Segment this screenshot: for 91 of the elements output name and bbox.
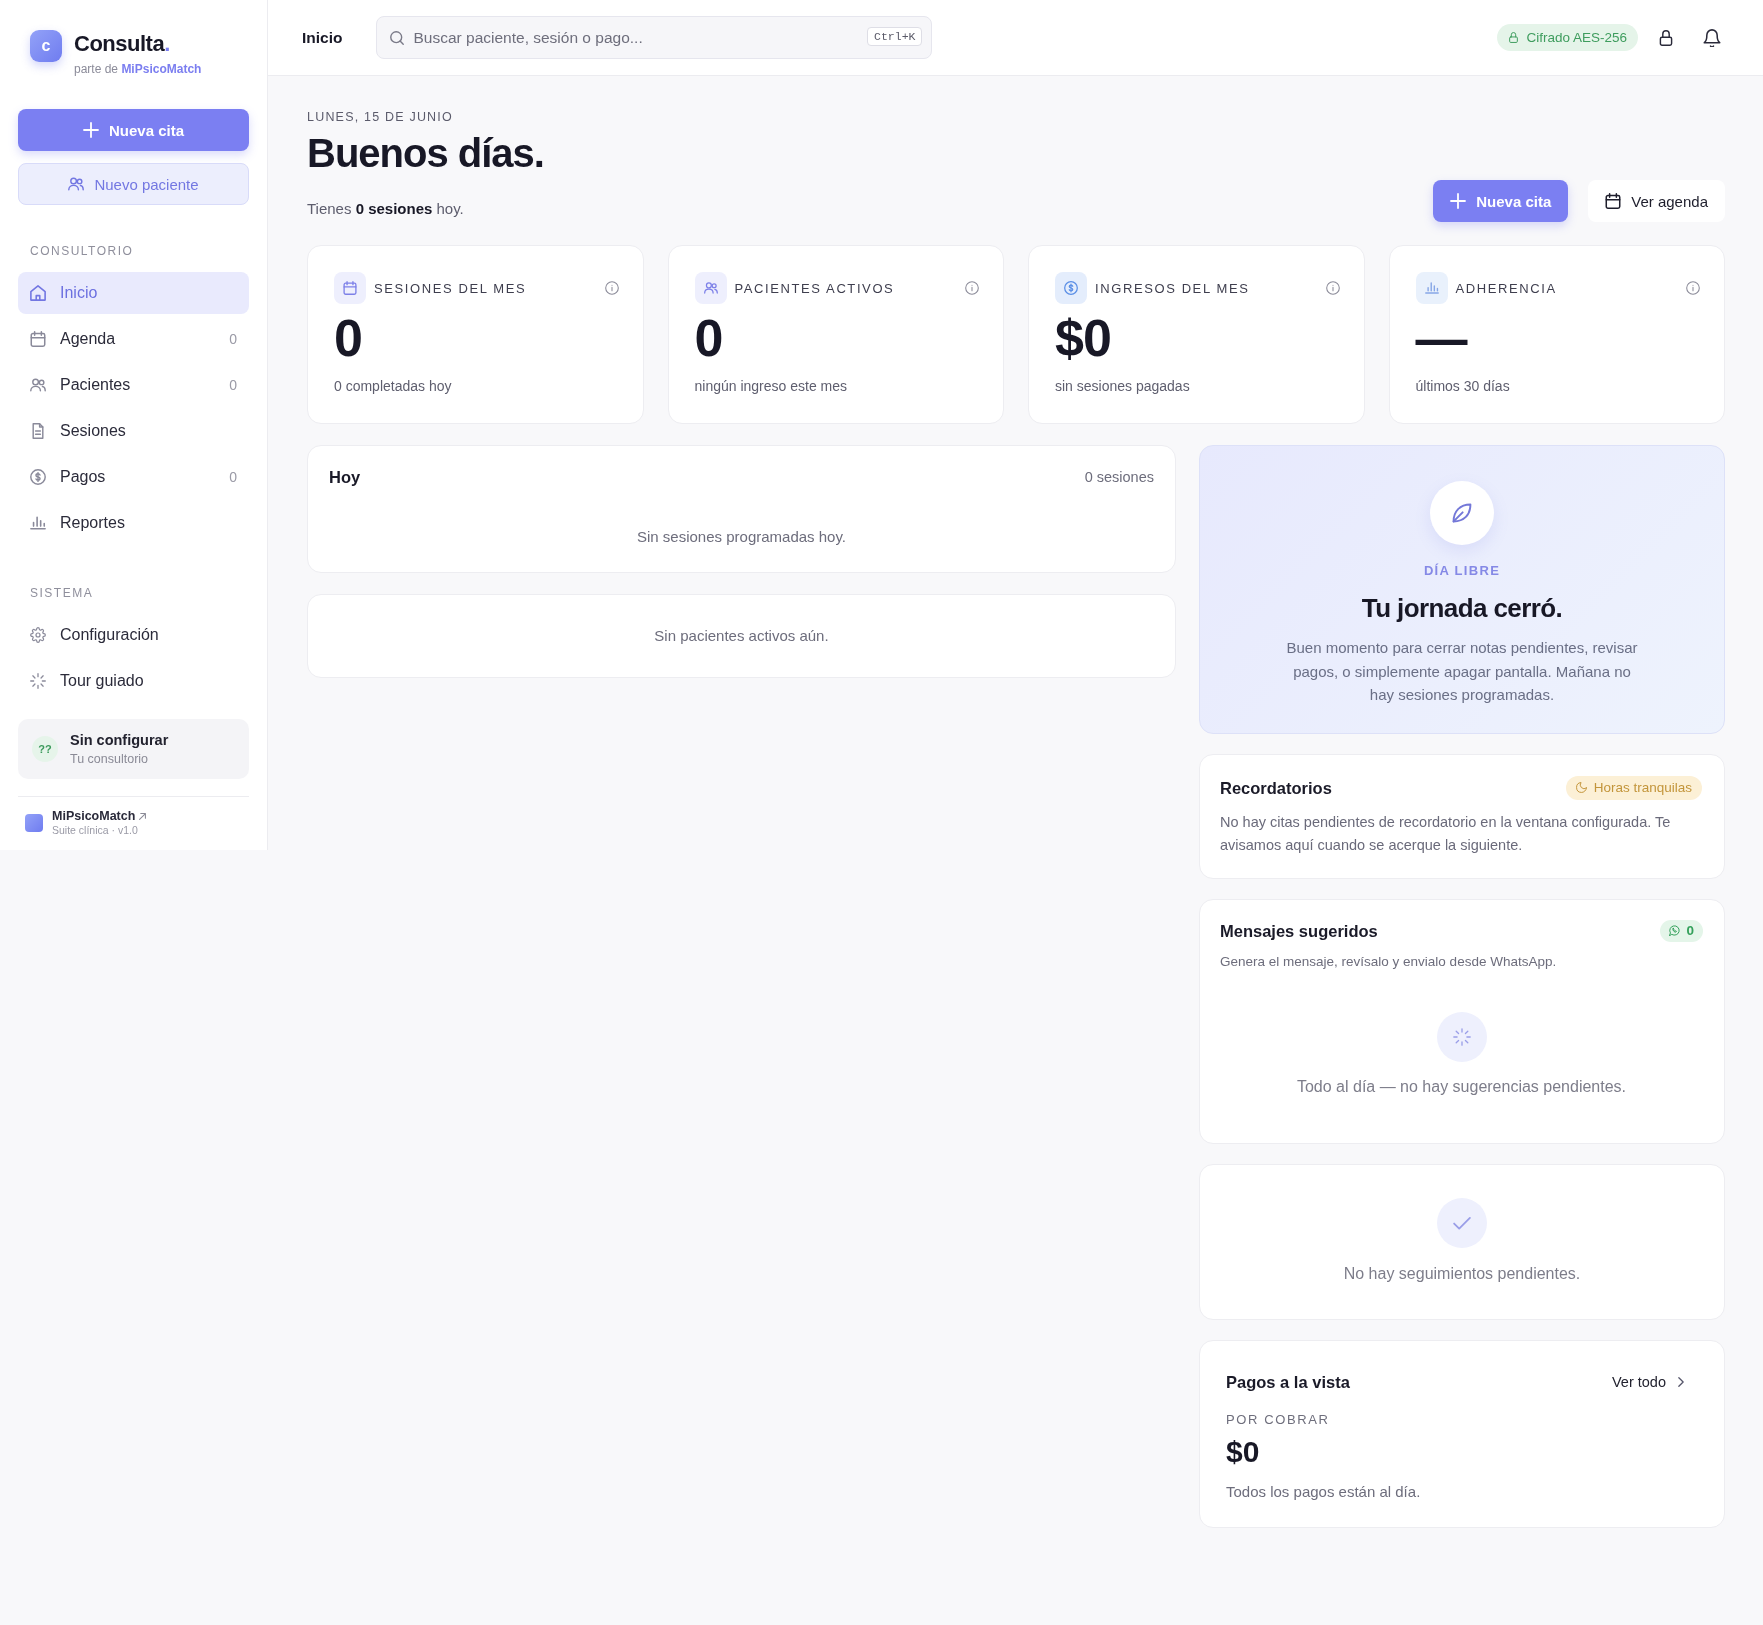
- info-icon[interactable]: [604, 281, 619, 295]
- sessions-summary: Tienes 0 sesiones hoy.: [307, 199, 465, 219]
- item-count: 0: [229, 331, 237, 347]
- brand-name: Consulta.: [74, 31, 171, 57]
- reminders-text: No hay citas pendientes de recordatorio en la ventana configurada. Te avisamos aquí cuando se acerque la siguiente.: [1220, 812, 1672, 855]
- nav-item[interactable]: Pagos 0: [18, 456, 249, 498]
- calendar-icon: [30, 331, 46, 347]
- chat-icon: [1669, 925, 1681, 936]
- coin-icon: [1055, 272, 1087, 304]
- view-agenda-button[interactable]: Ver agenda: [1588, 180, 1725, 222]
- nav-item[interactable]: Configuración: [18, 614, 249, 656]
- section-heading: SISTEMA: [29, 585, 95, 601]
- chevron-icon: [1678, 1376, 1684, 1387]
- users-icon: [694, 272, 727, 304]
- bar-chart-icon: [1415, 272, 1448, 304]
- empty-message: No hay seguimientos pendientes.: [1342, 1263, 1582, 1284]
- lock-icon[interactable]: [1658, 29, 1674, 46]
- home-icon: [30, 285, 46, 301]
- stat-note: 0 completadas hoy: [334, 377, 453, 396]
- check-icon: [1437, 1197, 1487, 1248]
- stat-value: 0: [694, 310, 724, 366]
- plus-icon: [82, 122, 99, 138]
- document-icon: [30, 423, 46, 439]
- stat-value: —: [1415, 310, 1468, 366]
- plus-icon: [1450, 193, 1467, 209]
- page-title: Inicio: [302, 28, 343, 47]
- notification-bell-icon[interactable]: [1703, 28, 1721, 47]
- nav-item[interactable]: Sesiones: [18, 410, 249, 452]
- info-icon[interactable]: [965, 281, 979, 295]
- gear-icon: [30, 627, 46, 643]
- stat-note: sin sesiones pagadas: [1055, 377, 1191, 396]
- empty-message: Todo al día — no hay sugerencias pendientes.: [1295, 1076, 1628, 1097]
- info-icon[interactable]: [1325, 281, 1340, 295]
- card-title: Mensajes sugeridos: [1220, 920, 1378, 941]
- day-off-label: DÍA LIBRE: [1423, 563, 1501, 579]
- empty-message: Sin sesiones programadas hoy.: [636, 527, 847, 547]
- stat-note: últimos 30 días: [1415, 377, 1511, 396]
- day-off-title: Tu jornada cerró.: [1361, 592, 1563, 624]
- shortcut-key: Ctrl+K: [867, 27, 923, 46]
- footer-version: Suite clínica · v1.0: [52, 824, 139, 837]
- calendar-icon: [1605, 193, 1622, 209]
- stat-note: ningún ingreso este mes: [694, 377, 849, 396]
- nav-item[interactable]: Tour guiado: [18, 660, 249, 702]
- item-count: 0: [229, 469, 237, 485]
- stat-value: 0: [334, 310, 363, 366]
- search-icon: [390, 30, 405, 45]
- date-label: LUNES, 15 DE JUNIO: [307, 109, 454, 125]
- stat-label: PACIENTES ACTIVOS: [734, 280, 896, 296]
- card-title: Hoy: [329, 467, 361, 487]
- receivable-amount: $0: [1226, 1433, 1261, 1470]
- lock-icon: [1508, 32, 1520, 43]
- section-heading: CONSULTORIO: [29, 243, 135, 259]
- logo-icon: [25, 814, 43, 832]
- external-link-icon: [139, 813, 147, 820]
- setup-status-marker: ??: [32, 736, 58, 762]
- moon-icon: [1575, 782, 1587, 793]
- receivable-label: POR COBRAR: [1226, 1411, 1331, 1428]
- sparkle-icon: [30, 673, 46, 689]
- stat-label: SESIONES DEL MES: [374, 280, 528, 296]
- payments-note: Todos los pagos están al día.: [1226, 1481, 1422, 1502]
- messages-subtitle: Genera el mensaje, revísalo y envialo desde WhatsApp.: [1220, 952, 1558, 971]
- users-icon: [68, 176, 85, 192]
- card-title: Pagos a la vista: [1226, 1371, 1350, 1392]
- setup-card[interactable]: ?? Sin configurar Tu consultorio: [18, 719, 249, 779]
- message-count: 0: [1686, 923, 1694, 938]
- nav-item[interactable]: Inicio: [18, 272, 249, 314]
- setup-subtitle: Tu consultorio: [70, 751, 150, 767]
- stat-label: ADHERENCIA: [1455, 280, 1558, 296]
- empty-message: Sin pacientes activos aún.: [653, 626, 830, 646]
- brand-logo: c: [30, 30, 62, 62]
- nav-item[interactable]: Agenda 0: [18, 318, 249, 360]
- quiet-hours-label: Horas tranquilas: [1593, 780, 1692, 795]
- coin-icon: [30, 469, 46, 485]
- setup-title: Sin configurar: [70, 731, 169, 749]
- encryption-label: Cifrado AES-256: [1526, 30, 1627, 45]
- greeting-heading: Buenos días.: [307, 130, 544, 177]
- footer-brand-name[interactable]: MiPsicoMatch: [52, 809, 136, 824]
- stat-label: INGRESOS DEL MES: [1095, 280, 1251, 296]
- bar-chart-icon: [30, 515, 46, 531]
- nav-item[interactable]: Pacientes 0: [18, 364, 249, 406]
- item-count: 0: [229, 377, 237, 393]
- calendar-icon: [334, 272, 366, 304]
- brand-tagline: parte de MiPsicoMatch: [74, 62, 202, 76]
- info-icon[interactable]: [1686, 281, 1700, 295]
- stat-value: $0: [1055, 310, 1112, 366]
- nav-item[interactable]: Reportes: [18, 502, 249, 544]
- day-off-text: Buen momento para cerrar notas pendientes, revisar pagos, o simplemente apagar pantalla. Mañana no hay sesiones programadas.: [1285, 638, 1639, 705]
- view-all-link[interactable]: Ver todo: [1612, 1373, 1684, 1390]
- session-count: 0 sesiones: [1084, 468, 1154, 487]
- card-title: Recordatorios: [1220, 777, 1332, 798]
- users-icon: [30, 377, 46, 393]
